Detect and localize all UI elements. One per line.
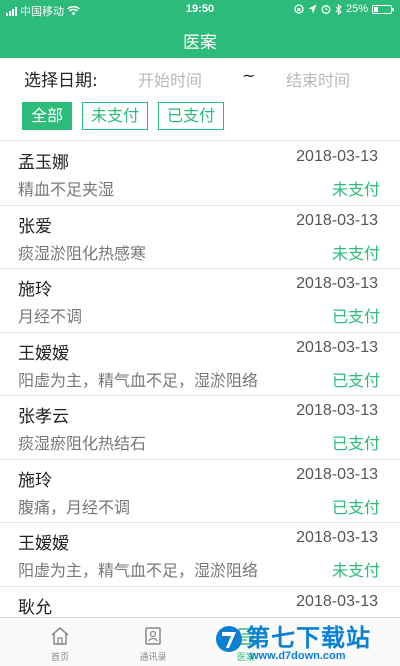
patient-name: 王嫒嫒 [18,343,69,364]
contacts-icon [145,627,161,645]
watermark-logo-icon [216,626,242,652]
tab-contacts-label: 通讯录 [139,653,167,663]
filter-unpaid-button[interactable]: 未支付 [82,102,149,130]
watermark-url: www.d7down.com [250,650,346,662]
site-watermark: 第七下载站 www.d7down.com [208,614,400,666]
tab-contacts[interactable]: 通讯录 [107,618,199,666]
case-diagnosis: 精血不足夹湿 [18,180,115,199]
payment-status: 未支付 [331,243,380,263]
bluetooth-icon [335,3,342,15]
orientation-lock-icon [294,4,304,14]
date-range-separator: ~ [242,66,256,85]
case-diagnosis: 痰湿瘀阻化热结石 [18,434,147,453]
case-row[interactable]: 施玲 2018-03-13 腹痛，月经不调 已支付 [0,460,400,523]
divider [0,140,400,141]
case-date: 2018-03-13 [296,402,378,419]
case-date: 2018-03-13 [296,148,378,165]
case-date: 2018-03-13 [296,338,378,356]
patient-name: 孟玉娜 [18,153,69,173]
app-header: 中国移动 19:50 25% 医案 [0,0,400,58]
case-row[interactable]: 孟玉娜 2018-03-13 精血不足夹湿 未支付 [0,142,400,206]
page-title: 医案 [183,33,217,53]
case-diagnosis: 阳虚为主，精气血不足，湿淤阻络 [18,561,259,580]
home-icon [51,627,69,645]
payment-status: 已支付 [331,434,380,453]
case-row[interactable]: 王嫒嫒 2018-03-13 阳虚为主，精气血不足，湿淤阻络 已支付 [0,333,400,396]
payment-filter-tabs: 全部 未支付 已支付 [22,102,225,130]
start-date-input[interactable]: 开始时间 [138,67,202,91]
payment-status: 已支付 [331,307,380,326]
case-date: 2018-03-13 [296,275,378,292]
case-diagnosis: 腹痛，月经不调 [18,497,131,517]
case-row[interactable]: 张爱 2018-03-13 痰湿淤阻化热感寒 未支付 [0,206,400,269]
battery-icon [372,4,394,14]
case-row[interactable]: 张孝云 2018-03-13 痰湿瘀阻化热结石 已支付 [0,396,400,460]
alarm-icon [321,5,331,14]
case-date: 2018-03-13 [296,465,378,483]
date-filter: 选择日期: 开始时间 ~ 结束时间 [0,58,400,94]
payment-status: 未支付 [331,561,380,580]
patient-name: 王嫒嫒 [18,534,69,554]
case-diagnosis: 月经不调 [18,307,83,326]
case-diagnosis: 阳虚为主，精气血不足，湿淤阻络 [18,370,259,390]
case-date: 2018-03-13 [296,592,378,610]
patient-name: 耿允 [18,597,52,618]
case-row[interactable]: 王嫒嫒 2018-03-13 阳虚为主，精气血不足，湿淤阻络 未支付 [0,523,400,587]
filter-paid-button[interactable]: 已支付 [158,102,225,130]
status-right: 25% [294,3,394,15]
end-date-input[interactable]: 结束时间 [286,67,350,91]
location-icon [308,4,317,14]
payment-status: 未支付 [331,180,380,199]
case-date: 2018-03-13 [296,211,378,229]
watermark-text: 第七下载站 [246,624,371,652]
tab-home-label: 首页 [50,653,69,663]
case-list: 孟玉娜 2018-03-13 精血不足夹湿 未支付 张爱 2018-03-13 … [0,142,400,650]
case-diagnosis: 痰湿淤阻化热感寒 [18,243,147,263]
payment-status: 已支付 [331,370,380,390]
case-row[interactable]: 施玲 2018-03-13 月经不调 已支付 [0,269,400,333]
patient-name: 张爱 [18,216,52,237]
tab-home[interactable]: 首页 [14,618,106,666]
payment-status: 已支付 [331,497,380,517]
status-bar: 中国移动 19:50 25% [0,0,400,20]
date-filter-label: 选择日期: [24,71,98,91]
filter-all-button[interactable]: 全部 [22,102,73,130]
case-date: 2018-03-13 [296,529,378,546]
patient-name: 张孝云 [18,407,69,427]
battery-percent: 25% [345,3,368,15]
patient-name: 施玲 [18,470,52,491]
patient-name: 施玲 [18,280,52,300]
